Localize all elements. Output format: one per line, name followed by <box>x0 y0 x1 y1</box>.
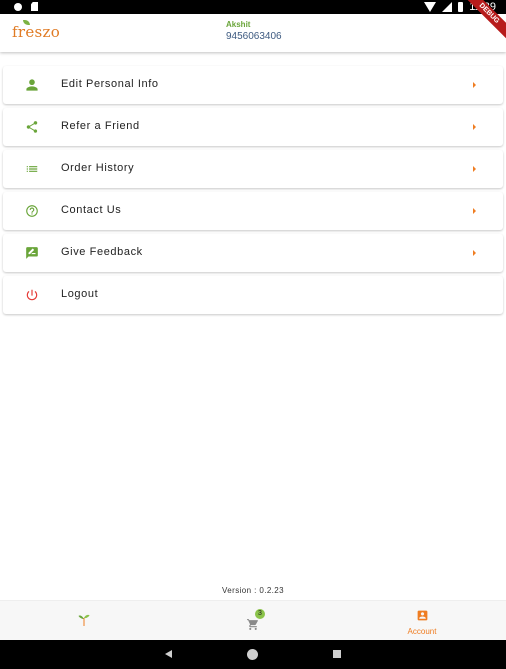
menu-item-label: Contact Us <box>61 204 122 216</box>
nav-account[interactable]: Account <box>338 601 506 641</box>
back-icon[interactable] <box>165 650 172 658</box>
recents-icon[interactable] <box>333 650 341 658</box>
sprout-icon <box>78 612 90 631</box>
chevron-right-icon <box>473 124 476 130</box>
help-icon <box>24 204 40 218</box>
menu-item-logout[interactable]: Logout <box>3 276 503 314</box>
person-icon <box>24 78 40 92</box>
menu-item-label: Order History <box>61 162 135 174</box>
app-header: freszo Akshit 9456063406 <box>0 14 506 52</box>
user-phone: 9456063406 <box>226 31 282 42</box>
menu-item-edit-personal-info[interactable]: Edit Personal Info <box>3 66 503 104</box>
cart-count-badge: 3 <box>255 609 265 619</box>
nav-account-label: Account <box>407 626 437 636</box>
list-icon <box>24 162 40 176</box>
menu-item-order-history[interactable]: Order History <box>3 150 503 188</box>
menu-item-label: Logout <box>61 288 99 300</box>
menu-item-give-feedback[interactable]: Give Feedback <box>3 234 503 272</box>
menu-item-refer-a-friend[interactable]: Refer a Friend <box>3 108 503 146</box>
system-navigation-bar <box>0 640 506 669</box>
wifi-icon <box>424 2 437 12</box>
chevron-right-icon <box>473 250 476 256</box>
cell-signal-icon <box>442 2 453 12</box>
menu-item-label: Edit Personal Info <box>61 78 159 90</box>
brand-name: freszo <box>12 23 61 41</box>
user-info: Akshit 9456063406 <box>226 19 282 43</box>
menu-item-label: Give Feedback <box>61 246 143 258</box>
chevron-right-icon <box>473 208 476 214</box>
user-name: Akshit <box>226 20 251 29</box>
account-menu: Edit Personal Info Refer a Friend Order … <box>3 66 503 318</box>
account-box-icon <box>416 607 429 626</box>
brand-logo: freszo <box>12 20 61 41</box>
menu-item-label: Refer a Friend <box>61 120 140 132</box>
bottom-navigation: 3 Account <box>0 600 506 641</box>
battery-icon <box>458 2 464 12</box>
menu-item-contact-us[interactable]: Contact Us <box>3 192 503 230</box>
app-version: Version : 0.2.23 <box>222 586 284 595</box>
nav-cart[interactable]: 3 <box>169 601 337 641</box>
sim-card-icon <box>31 2 38 11</box>
share-icon <box>24 120 40 134</box>
home-icon[interactable] <box>247 649 258 660</box>
power-icon <box>24 288 40 302</box>
nav-home[interactable] <box>0 601 168 641</box>
notification-dot-icon <box>14 2 22 11</box>
chevron-right-icon <box>473 82 476 88</box>
feedback-icon <box>24 246 40 260</box>
status-bar: 11:39 <box>0 0 506 14</box>
chevron-right-icon <box>473 166 476 172</box>
